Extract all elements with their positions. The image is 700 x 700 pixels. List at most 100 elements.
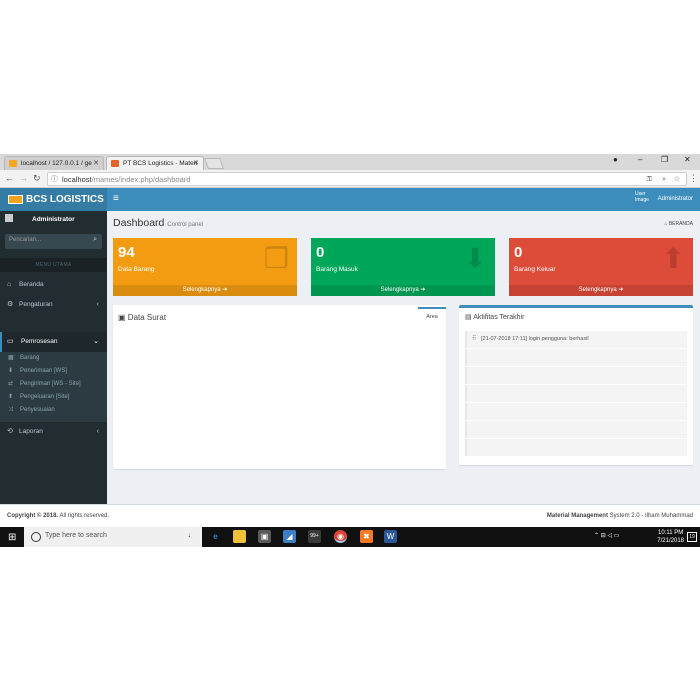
stat-box-barang-masuk: 0 Barang Masuk ⬇ Selengkapnya ➜ <box>311 238 495 296</box>
random-icon: ⤨ <box>8 407 13 413</box>
submenu-label: Barang <box>20 355 40 361</box>
submenu-item-pengiriman[interactable]: ⇄ Pengiriman [WS - Site] <box>0 378 107 391</box>
file-explorer-icon[interactable] <box>233 530 246 543</box>
browser-tab-bcs[interactable]: PT BCS Logistics - Materi ✕ <box>106 156 204 170</box>
chrome-icon[interactable]: ◉ <box>334 530 347 543</box>
sidebar-item-label: Laporan <box>19 428 43 435</box>
minimize-icon[interactable]: – <box>638 155 642 164</box>
sidebar-user-name: Administrator <box>32 216 75 223</box>
search-input[interactable]: Pencarian... <box>9 237 41 243</box>
drag-handle-icon[interactable]: ⠿ <box>472 331 476 348</box>
stat-value: 0 <box>514 244 523 261</box>
app-icon[interactable]: ◢ <box>283 530 296 543</box>
more-info-link[interactable]: Selengkapnya ➜ <box>509 285 693 296</box>
sidebar-item-beranda[interactable]: ⌂ Beranda <box>0 275 107 295</box>
store-icon[interactable]: ▣ <box>258 530 271 543</box>
submenu-label: Pengeluaran [Site] <box>20 394 70 400</box>
close-window-icon[interactable]: ✕ <box>684 155 691 164</box>
user-image: User Image <box>635 191 649 203</box>
new-tab-button[interactable] <box>203 158 225 169</box>
clock[interactable]: 10:11 PM 7/21/2018 <box>657 529 684 545</box>
list-icon: ▤ <box>465 314 472 321</box>
browser-tab-phpmyadmin[interactable]: localhost / 127.0.0.1 / ge ✕ <box>4 156 104 170</box>
tab-area[interactable]: Area <box>418 307 446 325</box>
maximize-icon[interactable]: ❐ <box>661 155 668 164</box>
mail-icon[interactable]: 99+ <box>308 530 321 543</box>
activity-item-empty <box>465 403 687 420</box>
top-navbar: ≡ User Image Administrator <box>107 188 700 211</box>
search-icon[interactable]: ⌕ <box>93 236 97 244</box>
exchange-icon: ⇄ <box>8 381 14 387</box>
notification-icon[interactable]: 19 <box>687 532 697 542</box>
data-surat-panel: ▣ Data Surat Area <box>113 305 446 469</box>
menu-icon[interactable]: ⋮ <box>689 173 698 184</box>
star-icon[interactable]: ☆ <box>674 174 680 186</box>
submenu-item-penyesuaian[interactable]: ⤨ Penyesuaian <box>0 404 107 417</box>
word-icon[interactable]: W <box>384 530 397 543</box>
stat-box-data-barang: 94 Data Barang ❐ Selengkapnya ➜ <box>113 238 297 296</box>
submenu-label: Pengiriman [WS - Site] <box>20 381 81 387</box>
sidebar-item-label: Pemrosesan <box>21 338 58 345</box>
activity-item-empty <box>465 421 687 438</box>
submenu-pemrosesan: ▦ Barang ⬇ Penerimaan [WS] ⇄ Pengiriman … <box>0 352 107 422</box>
tray-icons[interactable]: ⌃ ⊟ ◁ ▭ <box>594 532 619 547</box>
close-tab-icon[interactable]: ✕ <box>193 157 199 170</box>
page-subtitle: Control panel <box>167 222 203 228</box>
browser-toolbar: ← → ↻ ⓘ localhost/mames/index.php/dashbo… <box>0 170 700 188</box>
submenu-item-barang[interactable]: ▦ Barang <box>0 352 107 365</box>
arrow-circle-right-icon: ➜ <box>420 287 426 293</box>
tab-label: PT BCS Logistics - Materi <box>123 160 198 167</box>
time: 10:11 PM <box>658 530 684 536</box>
sidebar-search[interactable]: Pencarian... ⌕ <box>5 234 102 249</box>
zoom-icon[interactable]: ⌕ <box>662 174 666 186</box>
tab-label: localhost / 127.0.0.1 / ge <box>21 160 92 167</box>
submenu-label: Penyesuaian <box>20 407 55 413</box>
inbox-icon: ▣ <box>118 313 126 322</box>
sidebar-item-laporan[interactable]: ⟲ Laporan ‹ <box>0 422 107 442</box>
reload-icon[interactable]: ↻ <box>33 173 41 184</box>
taskbar-search[interactable]: Type here to search ♩ <box>24 527 202 547</box>
bcs-favicon-icon <box>111 160 119 167</box>
home-icon: ⌂ <box>664 221 668 227</box>
info-icon[interactable]: ⓘ <box>51 174 58 186</box>
profile-icon[interactable]: ● <box>613 155 618 164</box>
laptop-icon: ▭ <box>7 338 14 345</box>
stat-value: 94 <box>118 244 135 261</box>
taskbar-search-input[interactable]: Type here to search <box>45 532 107 539</box>
more-info-link[interactable]: Selengkapnya ➜ <box>113 285 297 296</box>
app-logo[interactable]: BCS LOGISTICS <box>0 188 107 211</box>
chevron-left-icon: ‹ <box>96 301 99 308</box>
upload-icon: ⬆ <box>661 243 685 274</box>
sidebar-item-pengaturan[interactable]: ⚙ Pengaturan ‹ <box>0 295 107 315</box>
xampp-icon[interactable]: ✖ <box>360 530 373 543</box>
logo-mark-icon <box>8 195 23 204</box>
arrow-up-icon: ⬆ <box>8 394 14 400</box>
menu-header: MENU UTAMA <box>0 258 107 272</box>
back-icon[interactable]: ← <box>5 173 14 183</box>
history-icon: ⟲ <box>7 428 13 435</box>
close-tab-icon[interactable]: ✕ <box>93 157 99 170</box>
address-bar[interactable]: ⓘ localhost/mames/index.php/dashboard ⚿ … <box>47 172 687 186</box>
activity-item-empty <box>465 439 687 456</box>
date: 7/21/2018 <box>657 538 684 544</box>
sidebar: Administrator Pencarian... ⌕ MENU UTAMA … <box>0 211 107 527</box>
edge-icon[interactable]: e <box>209 530 222 543</box>
microphone-icon[interactable]: ♩ <box>188 532 195 539</box>
arrow-down-icon: ⬇ <box>8 368 14 374</box>
windows-start-icon[interactable]: ⊞ <box>8 532 16 543</box>
forward-icon[interactable]: → <box>19 173 28 183</box>
arrow-circle-right-icon: ➜ <box>618 287 624 293</box>
sidebar-toggle-icon[interactable]: ≡ <box>113 193 119 204</box>
submenu-item-pengeluaran[interactable]: ⬆ Pengeluaran [Site] <box>0 391 107 404</box>
copy-icon: ❐ <box>263 243 289 274</box>
phpmyadmin-icon <box>9 160 17 167</box>
breadcrumb[interactable]: ⌂ BERANDA <box>664 221 693 227</box>
more-info-link[interactable]: Selengkapnya ➜ <box>311 285 495 296</box>
submenu-item-penerimaan[interactable]: ⬇ Penerimaan [WS] <box>0 365 107 378</box>
activity-item-empty <box>465 367 687 384</box>
sidebar-item-pemrosesan[interactable]: ▭ Pemrosesan ⌄ <box>0 332 107 352</box>
avatar <box>5 214 13 222</box>
panel-title: ▤ Aktifitas Terakhir <box>465 314 525 321</box>
panel-title: ▣ Data Surat <box>118 313 167 322</box>
key-icon[interactable]: ⚿ <box>647 174 652 186</box>
